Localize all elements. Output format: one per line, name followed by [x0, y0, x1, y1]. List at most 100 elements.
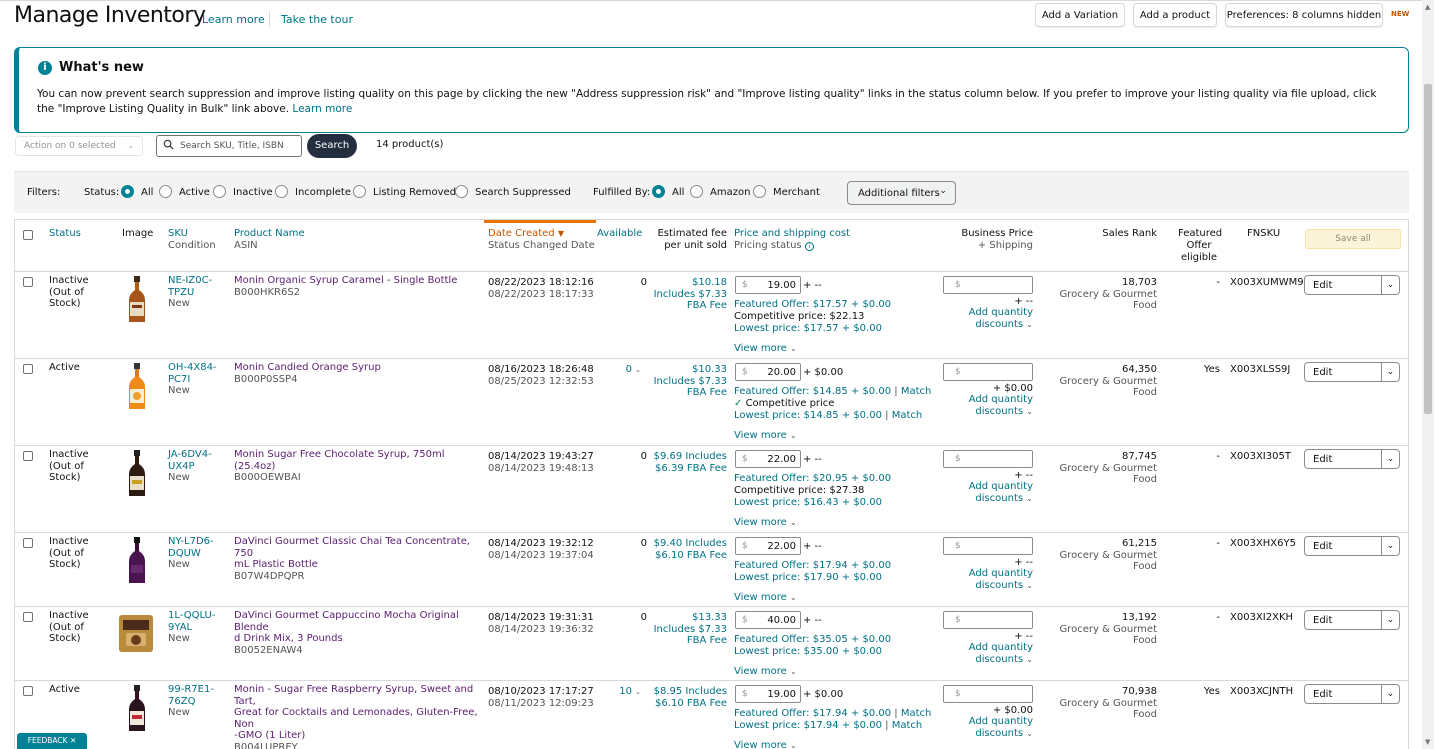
business-price-input[interactable]: $	[943, 537, 1033, 555]
match-link[interactable]: Match	[901, 708, 932, 719]
status-radio-all[interactable]	[121, 185, 134, 198]
close-icon[interactable]: ✕	[70, 736, 76, 745]
col-status[interactable]: Status	[49, 228, 81, 240]
add-product-button[interactable]: Add a product	[1133, 3, 1217, 27]
product-name-link[interactable]: Great for Cocktails and Lemonades, Glute…	[234, 707, 484, 730]
price-input[interactable]: $40.00	[735, 611, 801, 629]
business-price-input[interactable]: $	[943, 685, 1033, 703]
chevron-down-icon[interactable]: ⌄	[1381, 611, 1399, 629]
chevron-down-icon[interactable]: ⌄	[1381, 537, 1399, 555]
fee-cell[interactable]: $9.69 Includes $6.39 FBA Fee	[643, 451, 727, 474]
col-price[interactable]: Price and shipping cost	[734, 228, 850, 240]
sku-link[interactable]: NE-IZ0C-	[168, 275, 212, 287]
product-name-link[interactable]: Monin - Sugar Free Raspberry Syrup, Swee…	[234, 684, 484, 707]
add-quantity-discounts-link[interactable]: Add quantity discounts ⌄	[955, 568, 1033, 591]
available-link[interactable]: 0 ⌄	[603, 364, 641, 377]
business-price-input[interactable]: $	[943, 611, 1033, 629]
price-input[interactable]: $19.00	[735, 685, 801, 703]
chevron-down-icon[interactable]: ⌄	[1381, 685, 1399, 703]
chevron-down-icon[interactable]: ⌄	[1381, 276, 1399, 294]
business-price-input[interactable]: $	[943, 363, 1033, 381]
sku-link[interactable]: JA-6DV4-	[168, 449, 212, 461]
scroll-up-icon[interactable]: ▲	[1425, 3, 1430, 11]
fulfilled-radio-merchant[interactable]	[753, 185, 766, 198]
fee-cell[interactable]: $10.18 Includes $7.33 FBA Fee	[643, 277, 727, 312]
product-image[interactable]	[127, 363, 147, 414]
add-quantity-discounts-link[interactable]: Add quantity discounts ⌄	[955, 716, 1033, 739]
fee-cell[interactable]: $9.40 Includes $6.10 FBA Fee	[643, 538, 727, 561]
feedback-button[interactable]: FEEDBACK ✕	[17, 733, 87, 749]
save-all-button[interactable]: Save all	[1305, 229, 1401, 249]
view-more-link[interactable]: View more ⌄	[734, 740, 797, 749]
view-more-link[interactable]: View more ⌄	[734, 517, 797, 529]
edit-button[interactable]: Edit ⌄	[1304, 684, 1400, 704]
sku-link[interactable]: 9YAL	[168, 622, 215, 634]
status-radio-inactive[interactable]	[213, 185, 226, 198]
add-quantity-discounts-link[interactable]: Add quantity discounts ⌄	[955, 394, 1033, 417]
status-radio-incomplete[interactable]	[275, 185, 288, 198]
info-icon[interactable]: i	[804, 242, 814, 251]
product-name-link[interactable]: DaVinci Gourmet Cappuccino Mocha Origina…	[234, 610, 484, 633]
select-all-checkbox[interactable]	[23, 230, 33, 240]
product-name-link[interactable]: Monin Organic Syrup Caramel - Single Bot…	[234, 275, 484, 287]
edit-button[interactable]: Edit ⌄	[1304, 610, 1400, 630]
scroll-down-icon[interactable]: ▼	[1425, 738, 1430, 746]
price-input[interactable]: $20.00	[735, 363, 801, 381]
edit-button[interactable]: Edit ⌄	[1304, 449, 1400, 469]
match-link[interactable]: Match	[892, 410, 923, 421]
row-checkbox[interactable]	[23, 364, 33, 374]
take-tour-link[interactable]: Take the tour	[281, 13, 353, 26]
scrollbar-thumb[interactable]	[1424, 84, 1432, 414]
scrollbar[interactable]: ▲ ▼	[1422, 0, 1434, 749]
sku-link[interactable]: 1L-QQLU-	[168, 610, 215, 622]
sku-link[interactable]: OH-4X84-	[168, 362, 217, 374]
additional-filters-button[interactable]: Additional filters ⌄	[847, 181, 956, 205]
edit-button[interactable]: Edit ⌄	[1304, 362, 1400, 382]
add-quantity-discounts-link[interactable]: Add quantity discounts ⌄	[955, 642, 1033, 665]
sku-link[interactable]: NY-L7D6-	[168, 536, 214, 548]
col-date-created[interactable]: Date Created ▼	[488, 228, 595, 240]
fee-cell[interactable]: $10.33 Includes $7.33 FBA Fee	[643, 364, 727, 399]
sku-link[interactable]: DQUW	[168, 548, 214, 560]
sku-link[interactable]: 76ZQ	[168, 696, 214, 708]
view-more-link[interactable]: View more ⌄	[734, 666, 797, 678]
view-more-link[interactable]: View more ⌄	[734, 592, 797, 604]
price-input[interactable]: $22.00	[735, 537, 801, 555]
row-checkbox[interactable]	[23, 686, 33, 696]
fee-cell[interactable]: $8.95 Includes $6.10 FBA Fee	[643, 686, 727, 709]
product-image[interactable]	[127, 537, 147, 588]
col-sku[interactable]: SKU	[168, 228, 216, 240]
product-image[interactable]	[118, 613, 154, 656]
status-radio-search-suppressed[interactable]	[455, 185, 468, 198]
product-image[interactable]	[127, 276, 147, 327]
learn-more-link[interactable]: Learn more	[202, 13, 265, 26]
sku-link[interactable]: TPZU	[168, 287, 212, 299]
product-name-link[interactable]: d Drink Mix, 3 Pounds	[234, 633, 484, 645]
product-name-link[interactable]: mL Plastic Bottle	[234, 559, 484, 571]
search-input[interactable]: Search SKU, Title, ISBN	[156, 135, 302, 157]
row-checkbox[interactable]	[23, 451, 33, 461]
add-quantity-discounts-link[interactable]: Add quantity discounts ⌄	[955, 307, 1033, 330]
product-image[interactable]	[127, 450, 147, 501]
chevron-down-icon[interactable]: ⌄	[1381, 363, 1399, 381]
status-radio-active[interactable]	[159, 185, 172, 198]
product-name-link[interactable]: Monin Candied Orange Syrup	[234, 362, 484, 374]
sku-link[interactable]: UX4P	[168, 461, 212, 473]
view-more-link[interactable]: View more ⌄	[734, 430, 797, 442]
row-checkbox[interactable]	[23, 277, 33, 287]
chevron-down-icon[interactable]: ⌄	[1381, 450, 1399, 468]
add-variation-button[interactable]: Add a Variation	[1035, 3, 1125, 27]
sku-link[interactable]: 99-R7E1-	[168, 684, 214, 696]
view-more-link[interactable]: View more ⌄	[734, 343, 797, 355]
product-name-link[interactable]: -GMO (1 Liter)	[234, 730, 484, 742]
fulfilled-radio-amazon[interactable]	[690, 185, 703, 198]
sku-link[interactable]: PC7I	[168, 374, 217, 386]
col-available[interactable]: Available	[597, 228, 642, 240]
whats-new-learn-more-link[interactable]: Learn more	[292, 103, 352, 115]
price-input[interactable]: $22.00	[735, 450, 801, 468]
edit-button[interactable]: Edit ⌄	[1304, 536, 1400, 556]
product-image[interactable]	[127, 685, 147, 736]
search-button[interactable]: Search	[307, 134, 357, 158]
fee-cell[interactable]: $13.33 Includes $7.33 FBA Fee	[643, 612, 727, 647]
row-checkbox[interactable]	[23, 612, 33, 622]
